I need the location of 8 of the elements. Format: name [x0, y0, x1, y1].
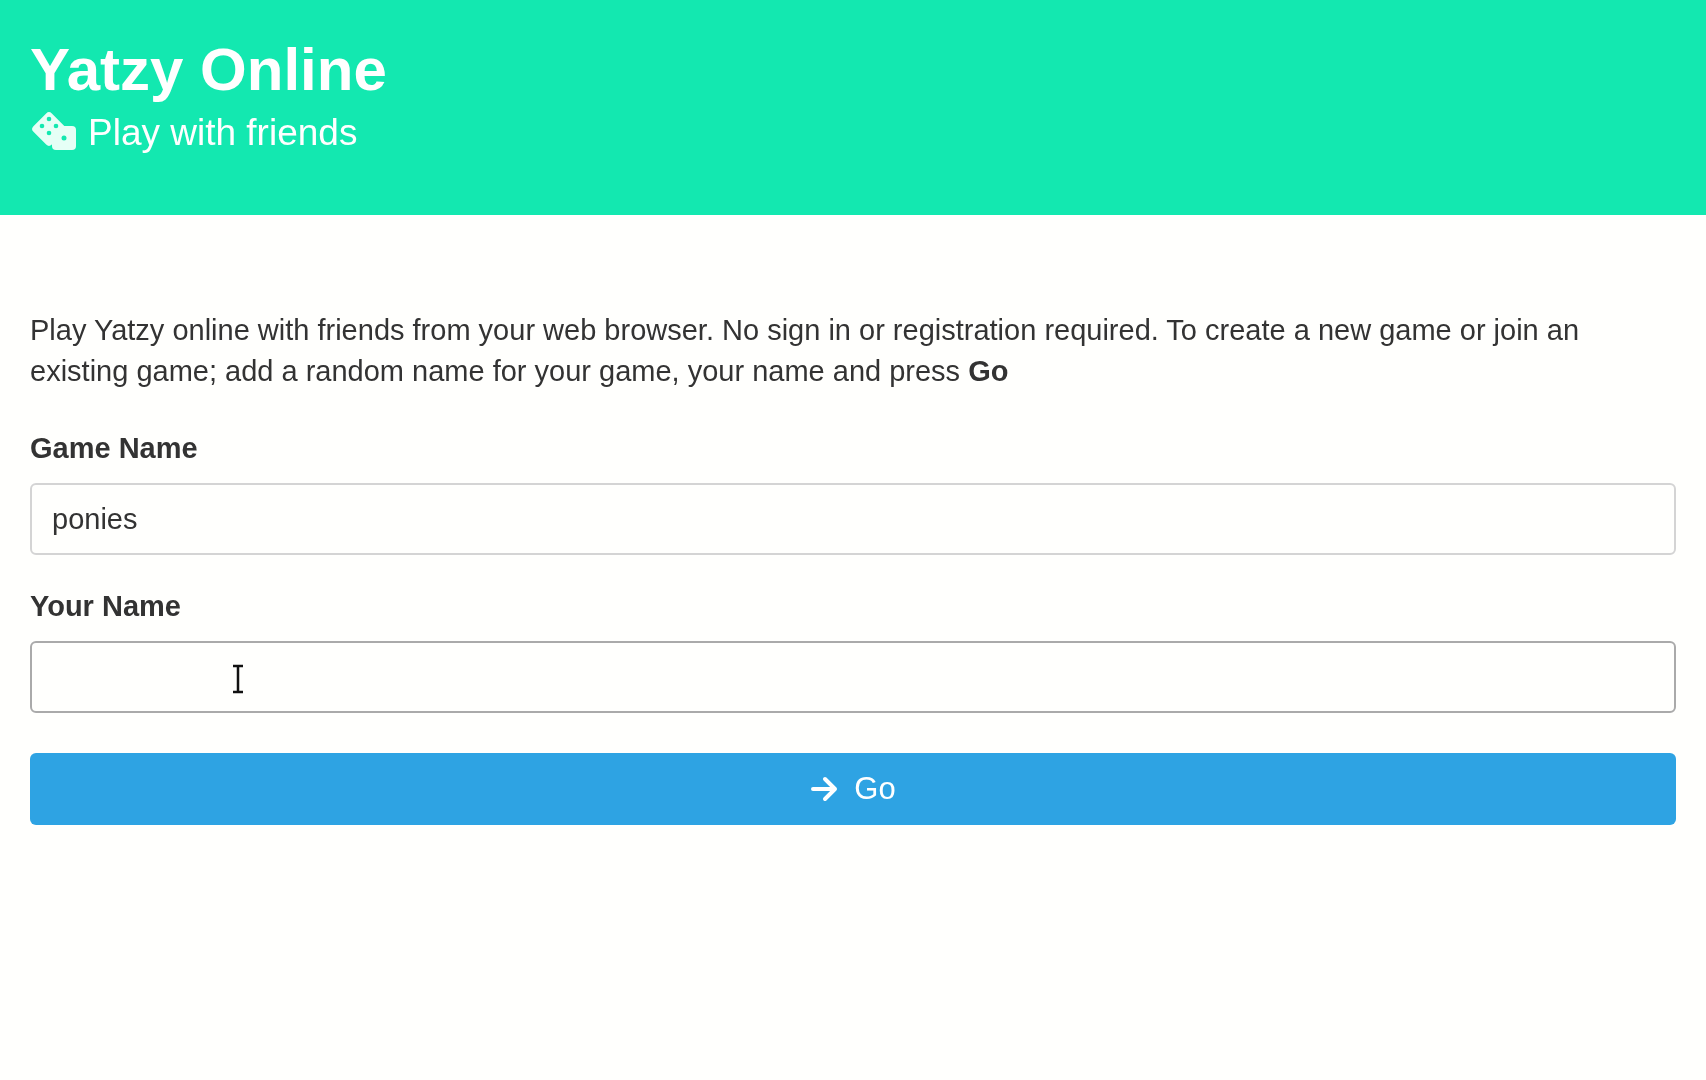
intro-paragraph: Play Yatzy online with friends from your web browser. No sign in or registration required. To create a new game or join an existing game; add a random name for your game, your name and press Go	[30, 313, 1581, 389]
site-subtitle: Play with friends	[88, 112, 358, 154]
field-label: Your Name	[30, 590, 182, 623]
text-field[interactable]	[30, 641, 1676, 713]
text-field[interactable]: ponies	[30, 483, 1676, 555]
text-cursor-icon	[230, 664, 246, 694]
field-label: Game Name	[30, 432, 199, 465]
site-title: Yatzy Online	[30, 40, 388, 100]
